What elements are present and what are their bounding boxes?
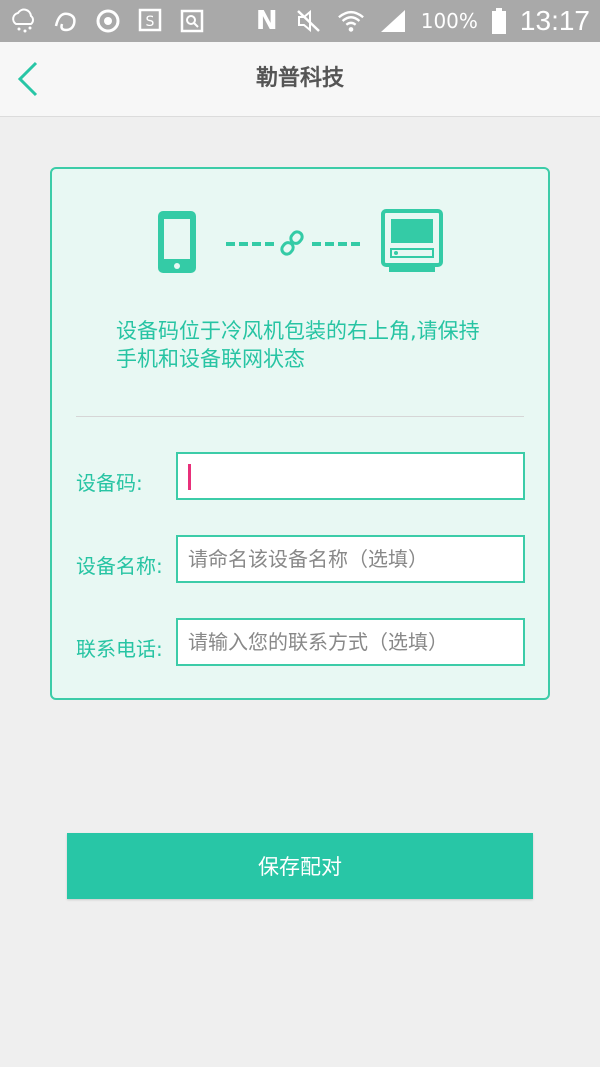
device-link-illustration	[158, 209, 443, 273]
air-cooler-device-icon	[381, 209, 443, 272]
divider	[76, 416, 524, 417]
sync-icon	[94, 7, 122, 35]
device-name-label: 设备名称:	[76, 554, 163, 578]
status-bar: S N 100% 13:17	[0, 0, 600, 42]
dashes-right	[312, 242, 360, 246]
mute-icon	[295, 7, 323, 35]
text-cursor	[188, 464, 191, 490]
save-pairing-label: 保存配对	[258, 855, 342, 879]
link-icon	[280, 230, 304, 256]
device-code-label: 设备码:	[76, 471, 143, 495]
status-time: 13:17	[519, 5, 590, 36]
wifi-icon	[337, 7, 365, 35]
app-header: 勒普科技	[0, 42, 600, 117]
weather-icon	[10, 7, 38, 35]
hint-text: 设备码位于冷风机包装的右上角,请保持手机和设备联网状态	[116, 319, 480, 371]
image-icon	[178, 7, 206, 35]
phone-icon	[158, 211, 196, 273]
s-app-icon: S	[136, 7, 164, 35]
device-code-input[interactable]	[176, 452, 525, 500]
contact-phone-placeholder: 请输入您的联系方式（选填）	[188, 630, 448, 654]
signal-icon	[379, 7, 407, 35]
page-title: 勒普科技	[255, 66, 344, 91]
device-name-placeholder: 请命名该设备名称（选填）	[188, 547, 428, 571]
battery-icon	[491, 7, 506, 35]
uc-browser-icon	[52, 7, 80, 35]
pairing-card: 设备码位于冷风机包装的右上角,请保持手机和设备联网状态 设备码: 设备名称: 请…	[50, 167, 550, 700]
save-pairing-button[interactable]: 保存配对	[67, 833, 533, 899]
device-name-input[interactable]: 请命名该设备名称（选填）	[176, 535, 525, 583]
svg-text:S: S	[146, 14, 155, 30]
contact-phone-input[interactable]: 请输入您的联系方式（选填）	[176, 618, 525, 666]
contact-phone-label: 联系电话:	[76, 637, 163, 661]
dashes-left	[226, 242, 274, 246]
battery-percent: 100%	[420, 9, 478, 33]
nfc-icon: N	[255, 6, 278, 36]
